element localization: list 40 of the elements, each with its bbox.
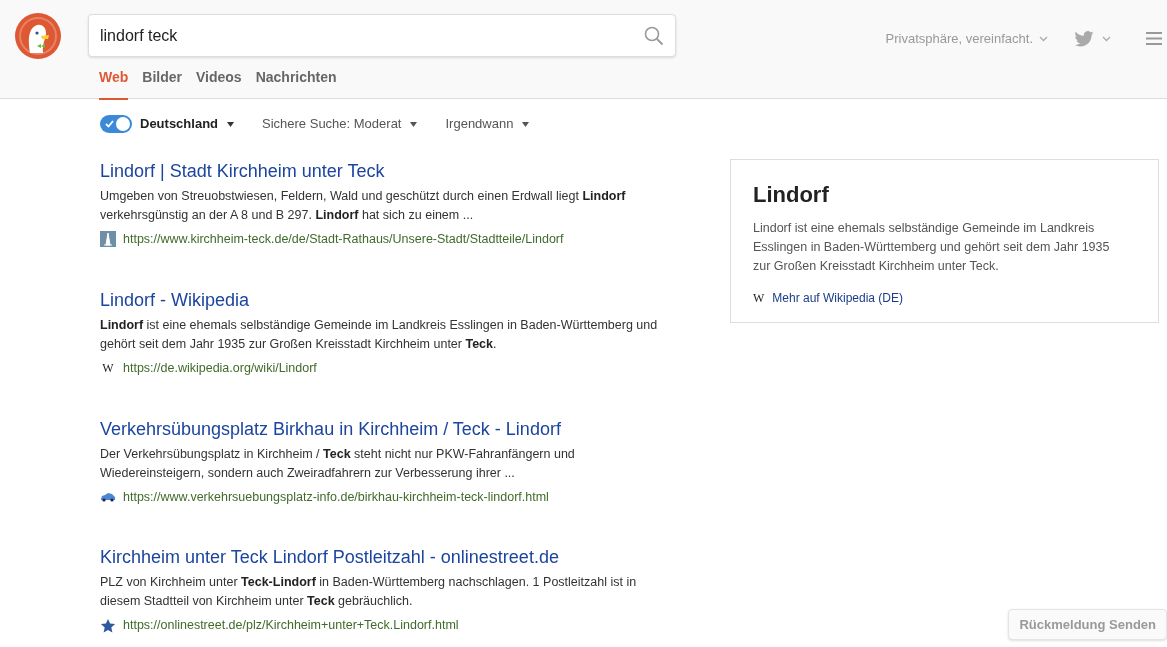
bird-icon[interactable] [1074, 30, 1094, 47]
result-title-link[interactable]: Lindorf | Stadt Kirchheim unter Teck [100, 160, 660, 182]
region-dropdown[interactable]: Deutschland [140, 114, 218, 134]
wiki-icon: W [753, 289, 765, 307]
nav-tab[interactable]: Nachrichten [255, 67, 337, 100]
caret-icon[interactable] [227, 121, 234, 127]
check-icon [105, 120, 114, 128]
wikipedia-link[interactable]: Mehr auf Wikipedia (DE) [772, 289, 904, 307]
car-icon [100, 491, 116, 502]
filter-dropdown[interactable]: Sichere Suche: Moderat [262, 114, 402, 134]
result-snippet: Der Verkehrsübungsplatz in Kirchheim / Teck steht nicht nur PKW-Fahranfängern und Wiedereinsteigern, sondern auch Zweiradfahrern zur Verbesserung ihrer ... [100, 445, 576, 482]
result-url-link[interactable]: https://www.verkehrsuebungsplatz-info.de/birkhau-kirchheim-teck-lindorf.html [123, 487, 549, 507]
duck-logo-icon[interactable] [15, 13, 61, 59]
result-title-link[interactable]: Lindorf - Wikipedia [100, 288, 660, 311]
tower-icon [100, 231, 116, 248]
search-text: lindorf teck [100, 25, 179, 46]
star-icon [100, 617, 116, 634]
result-url-link[interactable]: https://www.kirchheim-teck.de/de/Stadt-Rathaus/Unsere-Stadt/Stadtteile/Lindorf [123, 230, 564, 249]
nav-tab[interactable]: Bilder [142, 67, 182, 100]
nav-tab[interactable]: Web [99, 67, 129, 100]
result-snippet: PLZ von Kirchheim unter Teck-Lindorf in Baden-Württemberg nachschlagen. 1 Postleitzahl ist in diesem Stadtteil von Kirchheim unter Teck gebräuchlich. [100, 574, 638, 611]
wiki-icon: W [102, 359, 114, 378]
region-toggle[interactable] [100, 115, 132, 133]
caret-icon[interactable] [410, 121, 418, 127]
search-field[interactable]: lindorf teck [88, 14, 676, 57]
result-snippet: Lindorf ist eine ehemals selbständige Gemeinde im Landkreis Esslingen in Baden-Württemberg und gehört seit dem Jahr 1935 zur Großen Kreisstadt Kirchheim unter Teck. [100, 316, 659, 353]
info-title: Lindorf [753, 181, 830, 209]
info-description: Lindorf ist eine ehemals selbständige Gemeinde im Landkreis Esslingen in Baden-Württemberg und gehört seit dem Jahr 1935 zur Großen Kreisstadt Kirchheim unter Teck. [753, 220, 1111, 275]
chevron-down-icon[interactable] [1102, 35, 1111, 42]
result-url-link[interactable]: https://onlinestreet.de/plz/Kirchheim+unter+Teck.Lindorf.html [123, 616, 459, 635]
chevron-down-icon[interactable] [1039, 35, 1048, 42]
search-icon[interactable] [644, 25, 664, 46]
nav-tab[interactable]: Videos [196, 67, 242, 100]
result-snippet: Umgeben von Streuobstwiesen, Feldern, Wald und geschützt durch einen Erdwall liegt Lindorf verkehrsgünstig an der A 8 und B 297. Lindorf hat sich zu einem ... [100, 188, 627, 224]
result-url-link[interactable]: https://de.wikipedia.org/wiki/Lindorf [123, 358, 317, 378]
menu-icon[interactable] [1146, 32, 1162, 46]
caret-icon[interactable] [522, 121, 530, 127]
filter-dropdown[interactable]: Irgendwann [445, 114, 514, 134]
result-title-link[interactable]: Verkehrsübungsplatz Birkhau in Kirchheim / Teck - Lindorf [100, 417, 660, 440]
result-title-link[interactable]: Kirchheim unter Teck Lindorf Postleitzahl - onlinestreet.de [100, 546, 660, 569]
